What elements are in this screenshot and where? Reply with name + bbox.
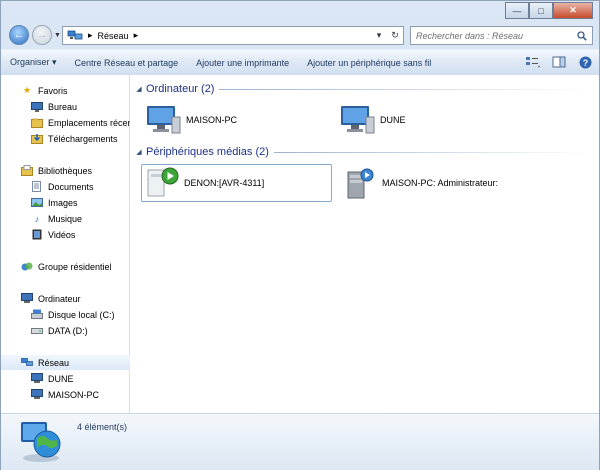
libraries-icon bbox=[21, 165, 33, 176]
organize-button[interactable]: Organiser ▾ bbox=[1, 57, 66, 68]
documents-icon bbox=[31, 181, 43, 192]
details-pane: 4 élément(s) bbox=[1, 413, 599, 470]
back-button[interactable]: ← bbox=[9, 25, 29, 45]
downloads-icon bbox=[31, 133, 43, 144]
network-item-maison-pc-administrateur[interactable]: MAISON-PC: Administrateur: bbox=[340, 164, 560, 202]
network-item-dune[interactable]: DUNE bbox=[338, 101, 518, 139]
computer-icon bbox=[31, 373, 43, 384]
forward-button[interactable]: → bbox=[32, 25, 52, 45]
computer-icon bbox=[341, 106, 375, 134]
group-divider bbox=[273, 151, 591, 153]
sidebar-item-homegroup[interactable]: Groupe résidentiel bbox=[1, 259, 149, 274]
computer-icon bbox=[31, 389, 43, 400]
network-icon bbox=[21, 357, 33, 368]
content-pane: ◢ Ordinateur (2) MAISON-PC DUNE ◢ Périph… bbox=[130, 75, 599, 413]
disk-icon bbox=[31, 309, 43, 320]
collapse-icon[interactable]: ◢ bbox=[132, 148, 146, 156]
search-icon[interactable] bbox=[577, 30, 587, 41]
collapse-icon[interactable]: ◢ bbox=[132, 85, 146, 93]
group-header-computers[interactable]: ◢ Ordinateur (2) bbox=[130, 82, 599, 96]
svg-text:?: ? bbox=[582, 57, 588, 67]
breadcrumb-network[interactable]: Réseau bbox=[98, 31, 129, 41]
window-controls: — □ ✕ bbox=[505, 2, 593, 19]
computer-icon bbox=[21, 293, 33, 304]
sidebar-item-network[interactable]: Réseau bbox=[1, 355, 149, 370]
close-button[interactable]: ✕ bbox=[553, 2, 593, 19]
maximize-button[interactable]: □ bbox=[529, 2, 553, 19]
breadcrumb-separator-icon: ▸ bbox=[88, 30, 93, 40]
network-sharing-center-button[interactable]: Centre Réseau et partage bbox=[66, 58, 188, 68]
add-printer-button[interactable]: Ajouter une imprimante bbox=[187, 58, 298, 68]
preview-pane-icon[interactable] bbox=[551, 55, 567, 69]
command-bar: Organiser ▾ Centre Réseau et partage Ajo… bbox=[1, 49, 599, 76]
star-icon: ★ bbox=[22, 85, 32, 95]
homegroup-icon bbox=[21, 261, 33, 272]
network-item-maison-pc[interactable]: MAISON-PC bbox=[144, 101, 324, 139]
music-icon: ♪ bbox=[34, 213, 40, 224]
computer-icon bbox=[147, 106, 181, 134]
search-box bbox=[410, 26, 593, 45]
add-wireless-device-button[interactable]: Ajouter un périphérique sans fil bbox=[298, 58, 440, 68]
desktop-icon bbox=[31, 101, 43, 112]
group-header-media-devices[interactable]: ◢ Périphériques médias (2) bbox=[130, 145, 599, 159]
change-view-icon[interactable] bbox=[525, 55, 541, 69]
item-count: 4 élément(s) bbox=[77, 422, 128, 432]
navigation-pane: ★ Favoris Bureau Emplacements récents Té… bbox=[1, 75, 149, 413]
title-bar[interactable]: — □ ✕ bbox=[1, 1, 599, 21]
sidebar-item-favorites[interactable]: ★ Favoris bbox=[1, 83, 149, 98]
group-divider bbox=[219, 88, 591, 90]
help-icon[interactable]: ? bbox=[577, 55, 593, 69]
search-input[interactable] bbox=[416, 30, 566, 41]
minimize-button[interactable]: — bbox=[505, 2, 529, 19]
media-device-icon bbox=[147, 167, 179, 197]
network-icon bbox=[67, 30, 83, 40]
sidebar-item-computer[interactable]: Ordinateur bbox=[1, 291, 149, 306]
media-server-icon bbox=[347, 168, 374, 199]
videos-icon bbox=[31, 229, 43, 240]
navigation-bar: ← → ▼ ▸ Réseau ▸ ▾ ↻ bbox=[1, 21, 599, 49]
network-globe-icon bbox=[21, 422, 61, 462]
address-history-dropdown-icon[interactable]: ▾ bbox=[371, 30, 387, 41]
images-icon bbox=[31, 197, 43, 208]
recent-places-icon bbox=[31, 117, 43, 128]
refresh-icon[interactable]: ↻ bbox=[387, 30, 403, 41]
address-bar[interactable]: ▸ Réseau ▸ ▾ ↻ bbox=[62, 26, 404, 45]
recent-pages-dropdown-icon[interactable]: ▼ bbox=[54, 32, 61, 39]
breadcrumb-separator-icon[interactable]: ▸ bbox=[134, 30, 139, 41]
explorer-window: — □ ✕ ← → ▼ ▸ Réseau ▸ ▾ ↻ Rechercher da… bbox=[0, 0, 600, 470]
sidebar-item-libraries[interactable]: Bibliothèques bbox=[1, 163, 149, 178]
drive-icon bbox=[31, 325, 43, 336]
network-item-denon[interactable]: DENON:[AVR-4311] bbox=[141, 164, 332, 202]
